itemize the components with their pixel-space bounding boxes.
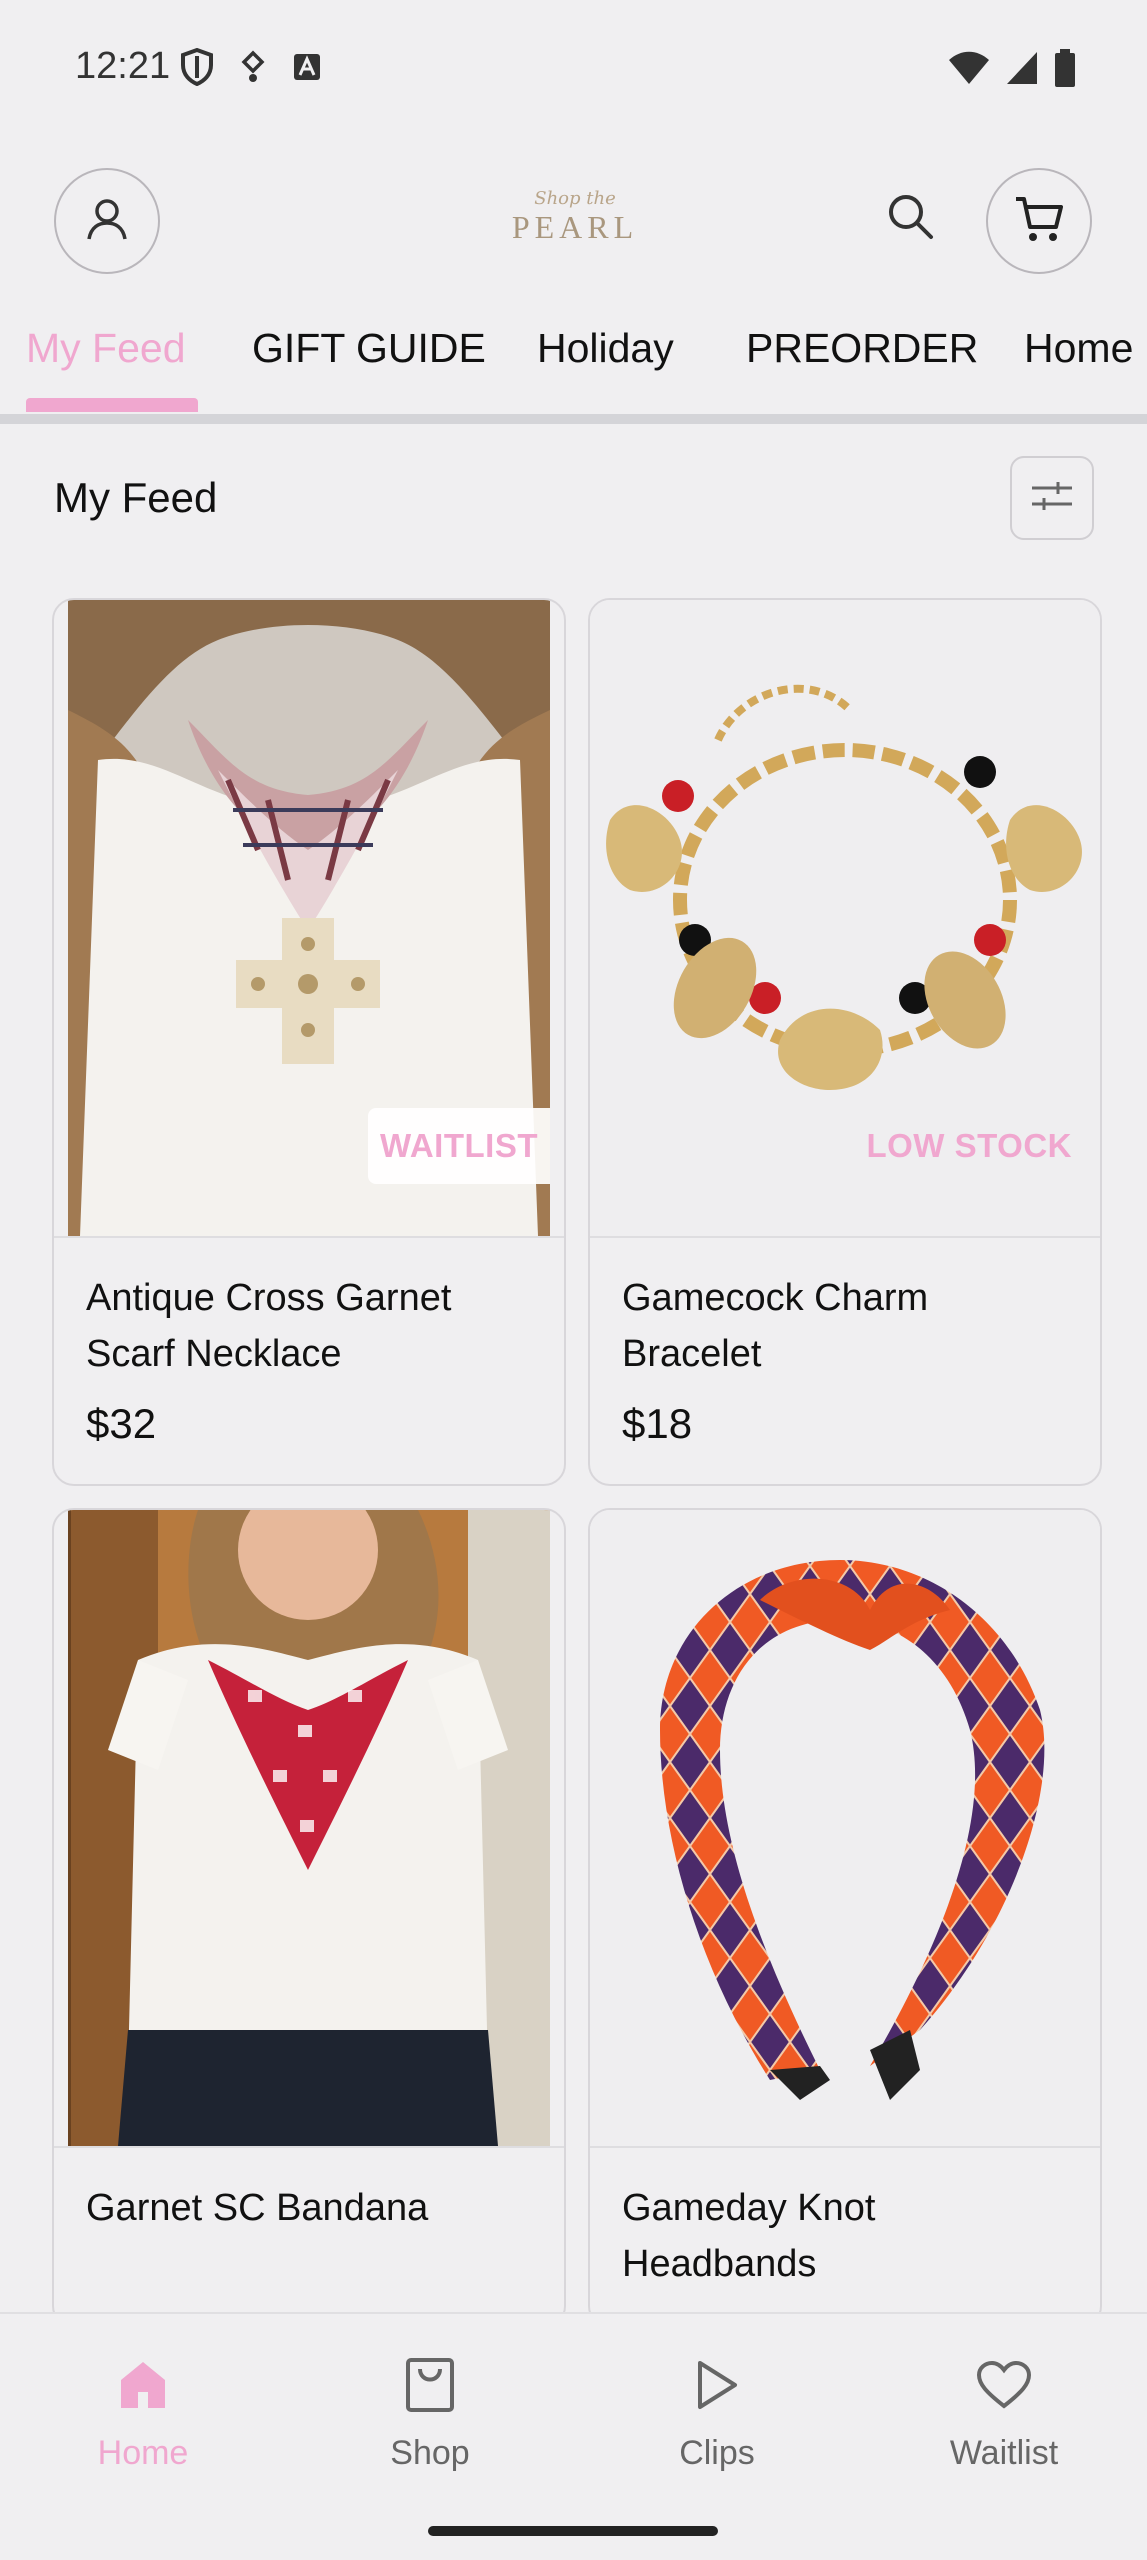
product-price: $32	[86, 1400, 157, 1447]
nav-waitlist[interactable]: Waitlist	[894, 2350, 1114, 2473]
card-divider	[54, 1236, 564, 1238]
data-saver-icon	[240, 50, 266, 89]
nav-home[interactable]: Home	[33, 2350, 253, 2473]
app-header: Shop the PEARL	[0, 160, 1147, 280]
nav-label: Shop	[390, 2434, 470, 2472]
status-bar: 12:21	[0, 0, 1147, 140]
section-title: My Feed	[54, 474, 218, 521]
app-notification-icon	[292, 52, 322, 87]
nav-clips[interactable]: Clips	[607, 2350, 827, 2473]
tab-preorder[interactable]: PREORDER	[746, 325, 978, 372]
waitlist-badge: WAITLIST	[368, 1108, 550, 1184]
tab-my-feed[interactable]: My Feed	[26, 325, 186, 372]
card-divider	[54, 2146, 564, 2148]
search-button[interactable]	[880, 188, 940, 248]
product-title[interactable]: Garnet SC Bandana	[86, 2180, 536, 2236]
product-price: $18	[622, 1400, 693, 1447]
logo-main: PEARL	[511, 209, 639, 245]
product-card[interactable]: Gameday Knot Headbands	[588, 1508, 1102, 2328]
product-card[interactable]: LOW STOCK Gamecock Charm Bracelet $18	[588, 598, 1102, 1486]
low-stock-badge: LOW STOCK	[866, 1127, 1072, 1164]
shopping-bag-icon	[320, 2350, 540, 2420]
brand-logo[interactable]: Shop the PEARL	[470, 188, 680, 258]
tab-holiday[interactable]: Holiday	[537, 325, 674, 372]
tabs-divider	[0, 414, 1147, 424]
category-tabs: My Feed GIFT GUIDE Holiday PREORDER Home	[0, 300, 1147, 424]
product-card[interactable]: WAITLIST Antique Cross Garnet Scarf Neck…	[52, 598, 566, 1486]
home-icon	[33, 2350, 253, 2420]
sliders-icon	[1030, 478, 1074, 519]
account-button[interactable]	[54, 168, 160, 274]
product-image[interactable]	[68, 1510, 550, 2146]
heart-icon	[894, 2350, 1114, 2420]
user-icon	[83, 195, 131, 248]
search-icon	[885, 191, 935, 246]
card-divider	[590, 2146, 1100, 2148]
product-title[interactable]: Antique Cross Garnet Scarf Necklace	[86, 1270, 536, 1382]
gesture-home-indicator[interactable]	[428, 2526, 718, 2536]
logo-script: Shop the	[534, 188, 616, 209]
card-divider	[590, 1236, 1100, 1238]
cart-button[interactable]	[986, 168, 1092, 274]
nav-label: Home	[97, 2434, 189, 2472]
product-image[interactable]	[590, 1510, 1100, 2146]
filter-button[interactable]	[1010, 456, 1094, 540]
status-time: 12:21	[75, 45, 171, 87]
wifi-icon	[947, 50, 991, 91]
status-right-icons	[947, 48, 1077, 93]
tab-home[interactable]: Home	[1024, 325, 1133, 372]
bottom-navigation: Home Shop Clips Waitlist	[0, 2312, 1147, 2560]
tab-gift-guide[interactable]: GIFT GUIDE	[252, 325, 486, 372]
nav-label: Clips	[679, 2434, 755, 2472]
cellular-signal-icon	[1005, 50, 1039, 91]
shield-icon	[180, 47, 214, 91]
cart-icon	[1013, 194, 1065, 249]
play-icon	[607, 2350, 827, 2420]
nav-shop[interactable]: Shop	[320, 2350, 540, 2473]
nav-label: Waitlist	[949, 2434, 1059, 2472]
product-title[interactable]: Gamecock Charm Bracelet	[622, 1270, 1072, 1382]
battery-icon	[1053, 48, 1077, 93]
product-title[interactable]: Gameday Knot Headbands	[622, 2180, 1072, 2292]
product-card[interactable]: Garnet SC Bandana	[52, 1508, 566, 2328]
status-left-icons	[180, 47, 322, 91]
active-tab-indicator	[26, 398, 198, 412]
